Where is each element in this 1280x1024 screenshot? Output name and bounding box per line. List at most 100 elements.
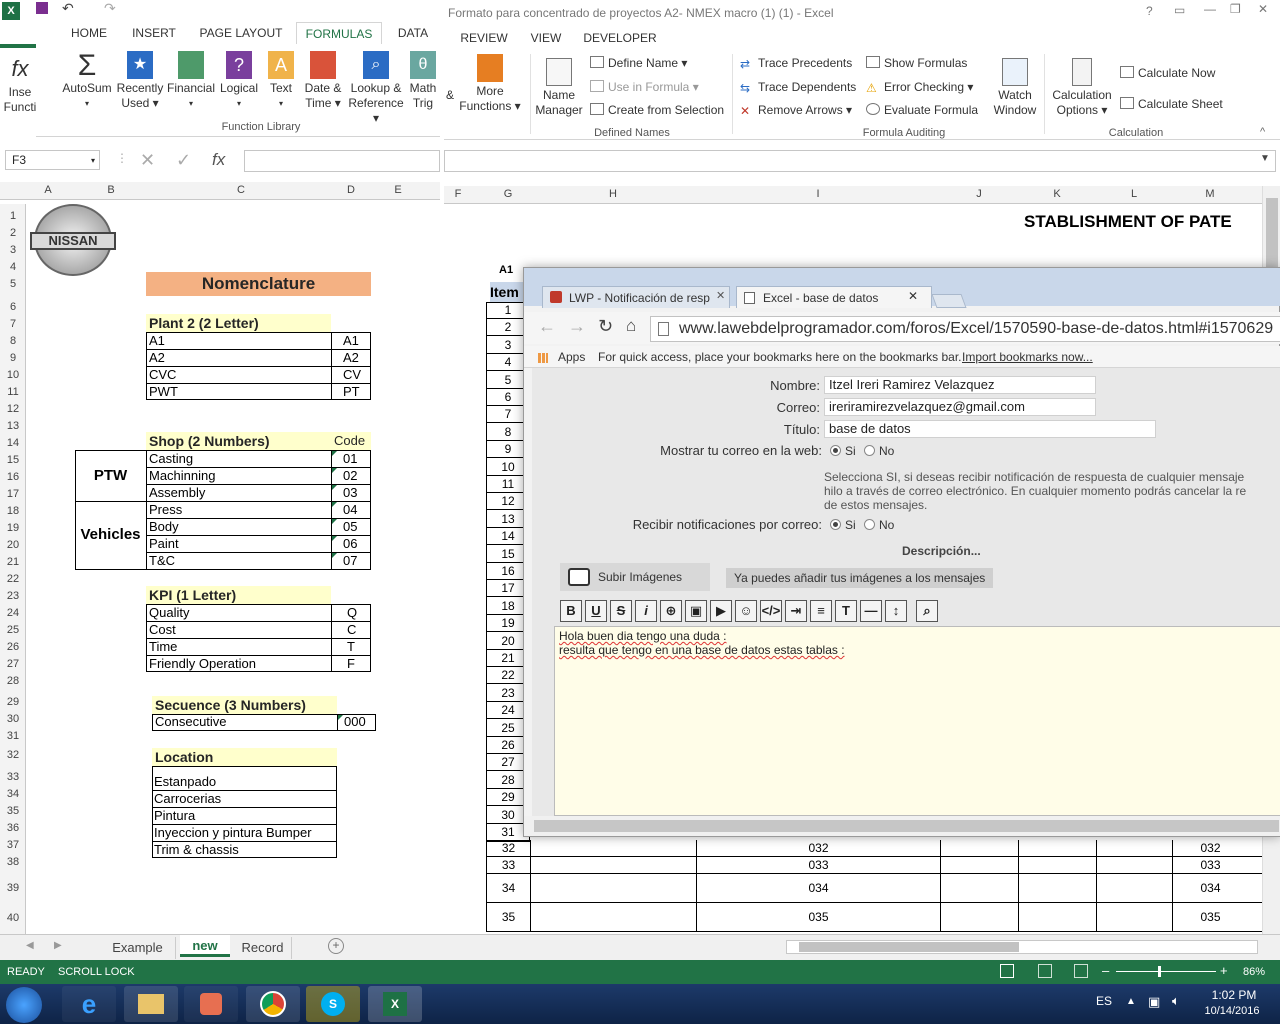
row-header[interactable]: 26 <box>0 641 26 653</box>
row-header[interactable]: 33 <box>0 771 26 783</box>
row-header[interactable]: 1 <box>0 210 26 222</box>
table-cell[interactable] <box>530 874 696 902</box>
table-cell[interactable]: 035 <box>1172 903 1248 931</box>
new-tab-button[interactable] <box>931 294 967 308</box>
tab-review[interactable]: REVIEW <box>454 28 514 50</box>
row-header[interactable]: 3 <box>0 244 26 256</box>
table-cell[interactable]: 33 <box>486 857 530 873</box>
col-header[interactable]: K <box>1018 188 1096 200</box>
preview-icon[interactable]: ⌕ <box>916 600 938 622</box>
formula-input[interactable] <box>244 150 440 172</box>
table-cell[interactable]: Consecutive <box>155 714 227 730</box>
row-header[interactable]: 36 <box>0 822 26 834</box>
table-cell[interactable]: T <box>347 639 355 655</box>
excel-app-icon[interactable]: X <box>2 2 20 20</box>
row-header[interactable]: 29 <box>0 696 26 708</box>
sheet-left[interactable]: NISSAN Nomenclature Plant 2 (2 Letter) A… <box>26 204 440 934</box>
sheet-tab-record[interactable]: Record <box>234 937 292 959</box>
table-cell[interactable] <box>1018 874 1096 902</box>
table-cell[interactable]: F <box>347 656 355 672</box>
table-cell[interactable]: Inyeccion y pintura Bumper <box>154 825 312 841</box>
col-header[interactable]: E <box>372 184 424 196</box>
row-header[interactable]: 23 <box>0 590 26 602</box>
table-cell[interactable] <box>1096 874 1172 902</box>
evaluate-formula-button[interactable]: Evaluate Formula <box>866 103 978 117</box>
row-header[interactable]: 18 <box>0 505 26 517</box>
import-bookmarks-link[interactable]: Import bookmarks now... <box>962 346 1093 368</box>
trace-dependents-button[interactable]: ⇆ Trace Dependents <box>740 80 856 95</box>
row-header[interactable]: 5 <box>0 278 26 290</box>
excel-taskbar-icon[interactable]: X <box>368 986 422 1022</box>
table-cell[interactable]: PT <box>343 384 360 400</box>
table-cell[interactable]: 032 <box>1172 840 1248 856</box>
ribbon-display-icon[interactable]: ▭ <box>1174 3 1185 17</box>
tab-close-icon[interactable]: ✕ <box>716 289 725 302</box>
calculation-options-button[interactable]: Calculation Options ▾ <box>1048 58 1116 118</box>
horizontal-scrollbar[interactable] <box>786 940 1258 954</box>
trace-precedents-button[interactable]: ⇄ Trace Precedents <box>740 56 852 71</box>
col-header[interactable]: H <box>530 188 696 200</box>
internet-explorer-icon[interactable]: e <box>62 986 116 1022</box>
table-cell[interactable]: 06 <box>343 536 357 552</box>
calculate-sheet-button[interactable]: Calculate Sheet <box>1120 97 1223 111</box>
expand-formula-bar-icon[interactable]: ▼ <box>1260 153 1270 164</box>
row-header[interactable]: 7 <box>0 318 26 330</box>
row-header[interactable]: 31 <box>0 730 26 742</box>
notif-si-radio[interactable]: Si <box>830 518 856 532</box>
tab-insert[interactable]: INSERT <box>124 22 184 44</box>
table-cell[interactable]: 02 <box>343 468 357 484</box>
table-cell[interactable]: Machinning <box>149 468 216 484</box>
collapse-ribbon-icon[interactable]: ^ <box>1260 126 1265 138</box>
remove-arrows-button[interactable]: ✕ Remove Arrows ▾ <box>740 103 852 118</box>
table-cell[interactable]: Q <box>347 605 357 621</box>
add-sheet-icon[interactable]: + <box>328 938 344 954</box>
row-header[interactable]: 2 <box>0 227 26 239</box>
row-header[interactable]: 34 <box>0 788 26 800</box>
zoom-out-icon[interactable]: – <box>1102 963 1109 978</box>
table-cell[interactable]: Assembly <box>149 485 205 501</box>
tab-formulas[interactable]: FORMULAS <box>296 22 382 44</box>
zoom-slider[interactable] <box>1116 971 1216 972</box>
table-cell[interactable]: 05 <box>343 519 357 535</box>
create-from-selection-button[interactable]: Create from Selection <box>590 103 724 117</box>
chrome-tab-lwp[interactable]: LWP - Notificación de resp <box>542 286 730 308</box>
name-manager-button[interactable]: Name Manager <box>534 58 584 118</box>
shop-group-ptw[interactable]: PTW <box>75 468 146 484</box>
table-cell[interactable]: Time <box>149 639 177 655</box>
home-icon[interactable]: ⌂ <box>626 316 636 336</box>
col-header[interactable]: F <box>444 188 472 200</box>
table-cell[interactable] <box>940 903 1018 931</box>
table-cell[interactable]: Body <box>149 519 179 535</box>
clock-time[interactable]: 1:02 PM <box>1204 988 1264 1002</box>
row-header[interactable]: 13 <box>0 420 26 432</box>
table-cell[interactable] <box>1096 857 1172 873</box>
bold-icon[interactable]: B <box>560 600 582 622</box>
file-explorer-icon[interactable] <box>124 986 178 1022</box>
table-cell[interactable]: A2 <box>149 350 165 366</box>
help-icon[interactable]: ? <box>1146 4 1153 18</box>
col-header[interactable]: J <box>940 188 1018 200</box>
underline-icon[interactable]: U <box>585 600 607 622</box>
date-time-button[interactable]: Date & Time ▾ <box>300 51 346 111</box>
chrome-horizontal-scrollbar[interactable] <box>524 816 1280 836</box>
table-cell[interactable]: Friendly Operation <box>149 656 256 672</box>
table-cell[interactable]: PWT <box>149 384 178 400</box>
row-header[interactable]: 21 <box>0 556 26 568</box>
sheet-tab-example[interactable]: Example <box>100 937 176 959</box>
calculate-now-button[interactable]: Calculate Now <box>1120 66 1215 80</box>
image-icon[interactable]: ▣ <box>685 600 707 622</box>
table-cell[interactable]: 032 <box>696 840 940 856</box>
table-cell[interactable]: Carrocerias <box>154 791 221 807</box>
volume-icon[interactable]: 🔈︎ <box>1172 993 1180 1009</box>
lookup-reference-button[interactable]: ⌕ Lookup & Reference ▾ <box>346 51 406 126</box>
tab-page-layout[interactable]: PAGE LAYOUT <box>192 22 290 44</box>
define-name-button[interactable]: Define Name ▾ <box>590 56 687 70</box>
close-icon[interactable]: ✕ <box>1258 2 1268 16</box>
table-cell[interactable]: A1 <box>343 333 359 349</box>
table-cell[interactable]: 034 <box>1172 874 1248 902</box>
row-header[interactable]: 38 <box>0 856 26 868</box>
tab-data[interactable]: DATA <box>388 22 438 44</box>
row-header[interactable]: 32 <box>0 749 26 761</box>
table-cell[interactable] <box>530 903 696 931</box>
correo-input[interactable]: ireriramirezvelazquez@gmail.com <box>824 398 1096 416</box>
